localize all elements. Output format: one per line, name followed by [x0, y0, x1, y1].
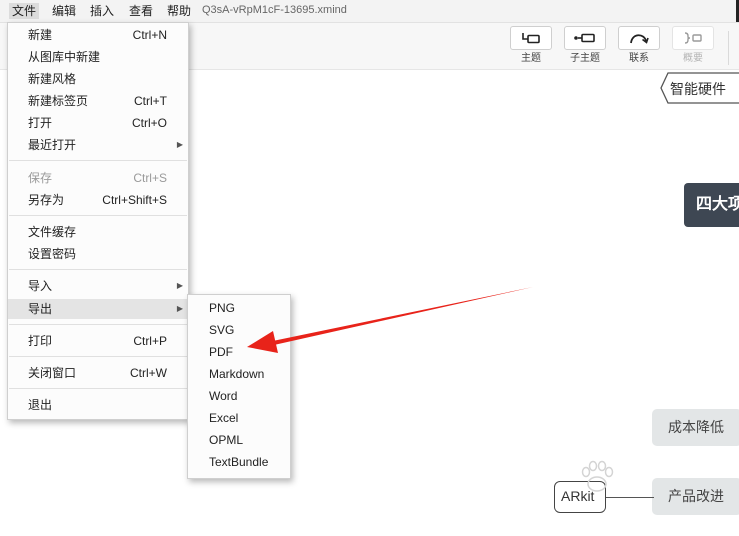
annotation-arrow-icon	[247, 287, 533, 353]
